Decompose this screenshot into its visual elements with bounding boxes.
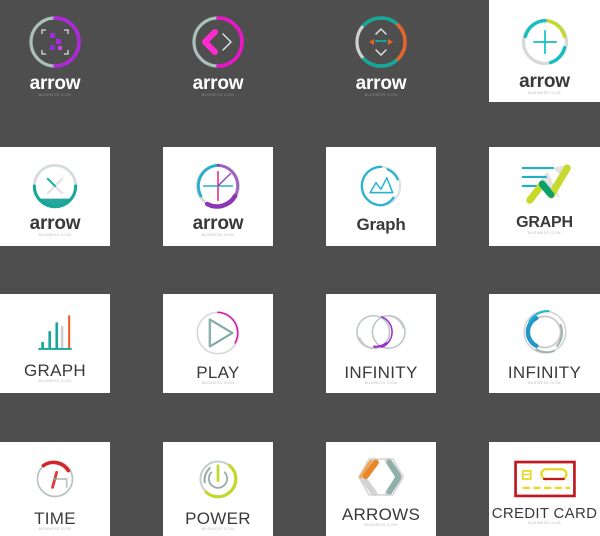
logo-tile-play-circle[interactable]: PLAY BUSINESS ICON [163, 294, 273, 393]
logo-subtitle: BUSINESS ICON [528, 91, 561, 95]
logo-title: PLAY [196, 363, 240, 382]
logo-sheet: arrow BUSINESS ICON arrow BUSINESS ICON [0, 0, 600, 536]
logo-subtitle: BUSINESS ICON [364, 93, 398, 97]
logo-title: ARROWS [341, 505, 421, 524]
circle-four-direction-arrows-icon [351, 12, 411, 72]
circle-crop-marks-icon [25, 12, 85, 72]
logo-tile-credit-card[interactable]: CREDIT CARD BUSINESS ICON [489, 442, 600, 536]
logo-tile-time-clock-g[interactable]: TIME BUSINESS ICON [0, 442, 110, 536]
power-button-icon [193, 454, 243, 504]
logo-subtitle: BUSINESS ICON [201, 527, 235, 531]
zigzag-arrow-lines-icon [512, 159, 578, 211]
logo-subtitle: BUSINESS ICON [528, 381, 561, 385]
logo-subtitle: BUSINESS ICON [38, 233, 72, 237]
circle-crosshair-icon [191, 159, 245, 213]
logo-title: arrow [355, 73, 407, 94]
logo-title: INFINITY [344, 363, 418, 382]
logo-tile-arrow-crop-violet[interactable]: arrow BUSINESS ICON [0, 0, 110, 110]
bar-chart-icon [28, 310, 82, 356]
logo-subtitle: BUSINESS ICON [38, 527, 72, 531]
circle-mountain-chart-icon [356, 161, 406, 211]
logo-tile-arrow-crosshair-purple[interactable]: arrow BUSINESS ICON [163, 147, 273, 246]
logo-title: GRAPH [24, 361, 86, 380]
logo-tile-arrow-four-way-teal[interactable]: arrow BUSINESS ICON [326, 0, 436, 110]
logo-subtitle: BUSINESS ICON [364, 381, 398, 385]
logo-subtitle: BUSINESS ICON [201, 233, 235, 237]
logo-subtitle: BUSINESS ICON [38, 93, 72, 97]
logo-subtitle: BUSINESS ICON [201, 381, 235, 385]
logo-subtitle: BUSINESS ICON [528, 521, 561, 525]
logo-title: CREDIT CARD [491, 505, 598, 522]
circle-plus-icon [517, 14, 573, 70]
logo-tile-arrow-cross-teal[interactable]: arrow BUSINESS ICON [0, 147, 110, 246]
logo-subtitle: BUSINESS ICON [38, 379, 72, 383]
logo-tile-graph-zigzag-green[interactable]: GRAPH BUSINESS ICON [489, 147, 600, 246]
logo-title: arrow [519, 71, 570, 92]
logo-title: arrow [29, 213, 81, 234]
circle-play-triangle-icon [191, 306, 245, 360]
logo-tile-arrow-chevrons-magenta[interactable]: arrow BUSINESS ICON [163, 0, 273, 110]
circle-double-chevron-icon [188, 12, 248, 72]
logo-tile-infinity-two-rings[interactable]: INFINITY BUSINESS ICON [326, 294, 436, 393]
logo-title: Graph [356, 215, 406, 234]
logo-tile-arrows-hexagon[interactable]: ARROWS BUSINESS ICON [326, 442, 436, 536]
logo-tile-infinity-blue-ring[interactable]: INFINITY BUSINESS ICON [489, 294, 600, 393]
logo-tile-graph-bars[interactable]: GRAPH BUSINESS ICON [0, 294, 110, 393]
logo-title: POWER [185, 509, 251, 528]
logo-tile-arrow-plus-lime[interactable]: arrow BUSINESS ICON [489, 0, 600, 102]
logo-title: GRAPH [516, 214, 573, 231]
segmented-ring-icon [519, 306, 571, 358]
logo-title: arrow [29, 73, 81, 94]
hexagon-arrows-icon [352, 452, 410, 502]
logo-title: arrow [192, 213, 244, 234]
two-overlapping-circles-icon [351, 306, 411, 358]
logo-subtitle: BUSINESS ICON [528, 231, 561, 235]
credit-card-icon [512, 458, 578, 500]
circle-x-cross-icon [28, 159, 82, 213]
logo-tile-graph-mountain-cyan[interactable]: Graph [326, 147, 436, 246]
logo-subtitle: BUSINESS ICON [364, 523, 398, 527]
logo-tile-power-button[interactable]: POWER BUSINESS ICON [163, 442, 273, 536]
logo-title: INFINITY [507, 363, 582, 382]
clock-g-icon [30, 454, 80, 504]
logo-title: TIME [34, 509, 76, 528]
logo-subtitle: BUSINESS ICON [201, 93, 235, 97]
logo-title: arrow [192, 73, 244, 94]
